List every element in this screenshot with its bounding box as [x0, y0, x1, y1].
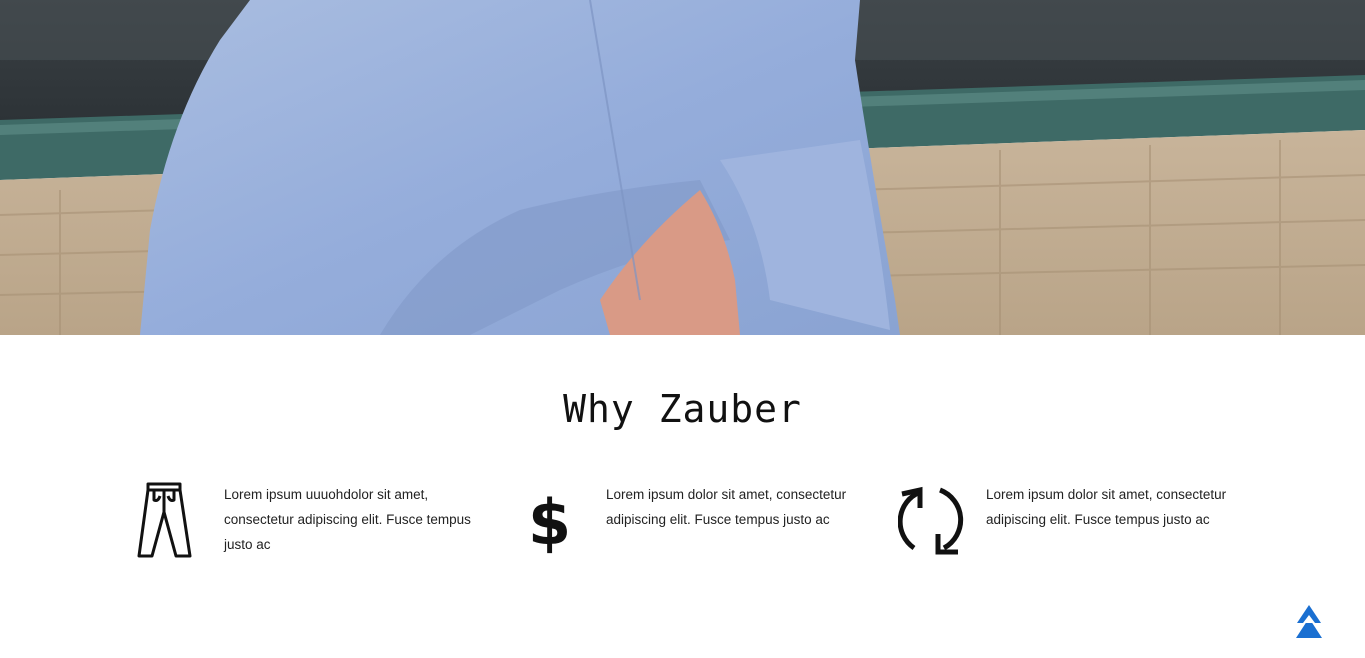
pants-icon [136, 482, 196, 565]
feature-text: Lorem ipsum uuuohdolor sit amet, consect… [224, 487, 471, 552]
hero-image [0, 0, 1365, 335]
refresh-icon [897, 482, 968, 565]
svg-text:$: $ [528, 486, 571, 559]
double-chevron-up-icon [1295, 605, 1323, 643]
dollar-icon: $ [518, 482, 578, 565]
feature-text: Lorem ipsum dolor sit amet, consectetur … [986, 487, 1227, 527]
scroll-to-top-button[interactable] [1295, 605, 1323, 639]
section-title: Why Zauber [563, 387, 802, 431]
feature-text: Lorem ipsum dolor sit amet, consectetur … [606, 487, 847, 527]
